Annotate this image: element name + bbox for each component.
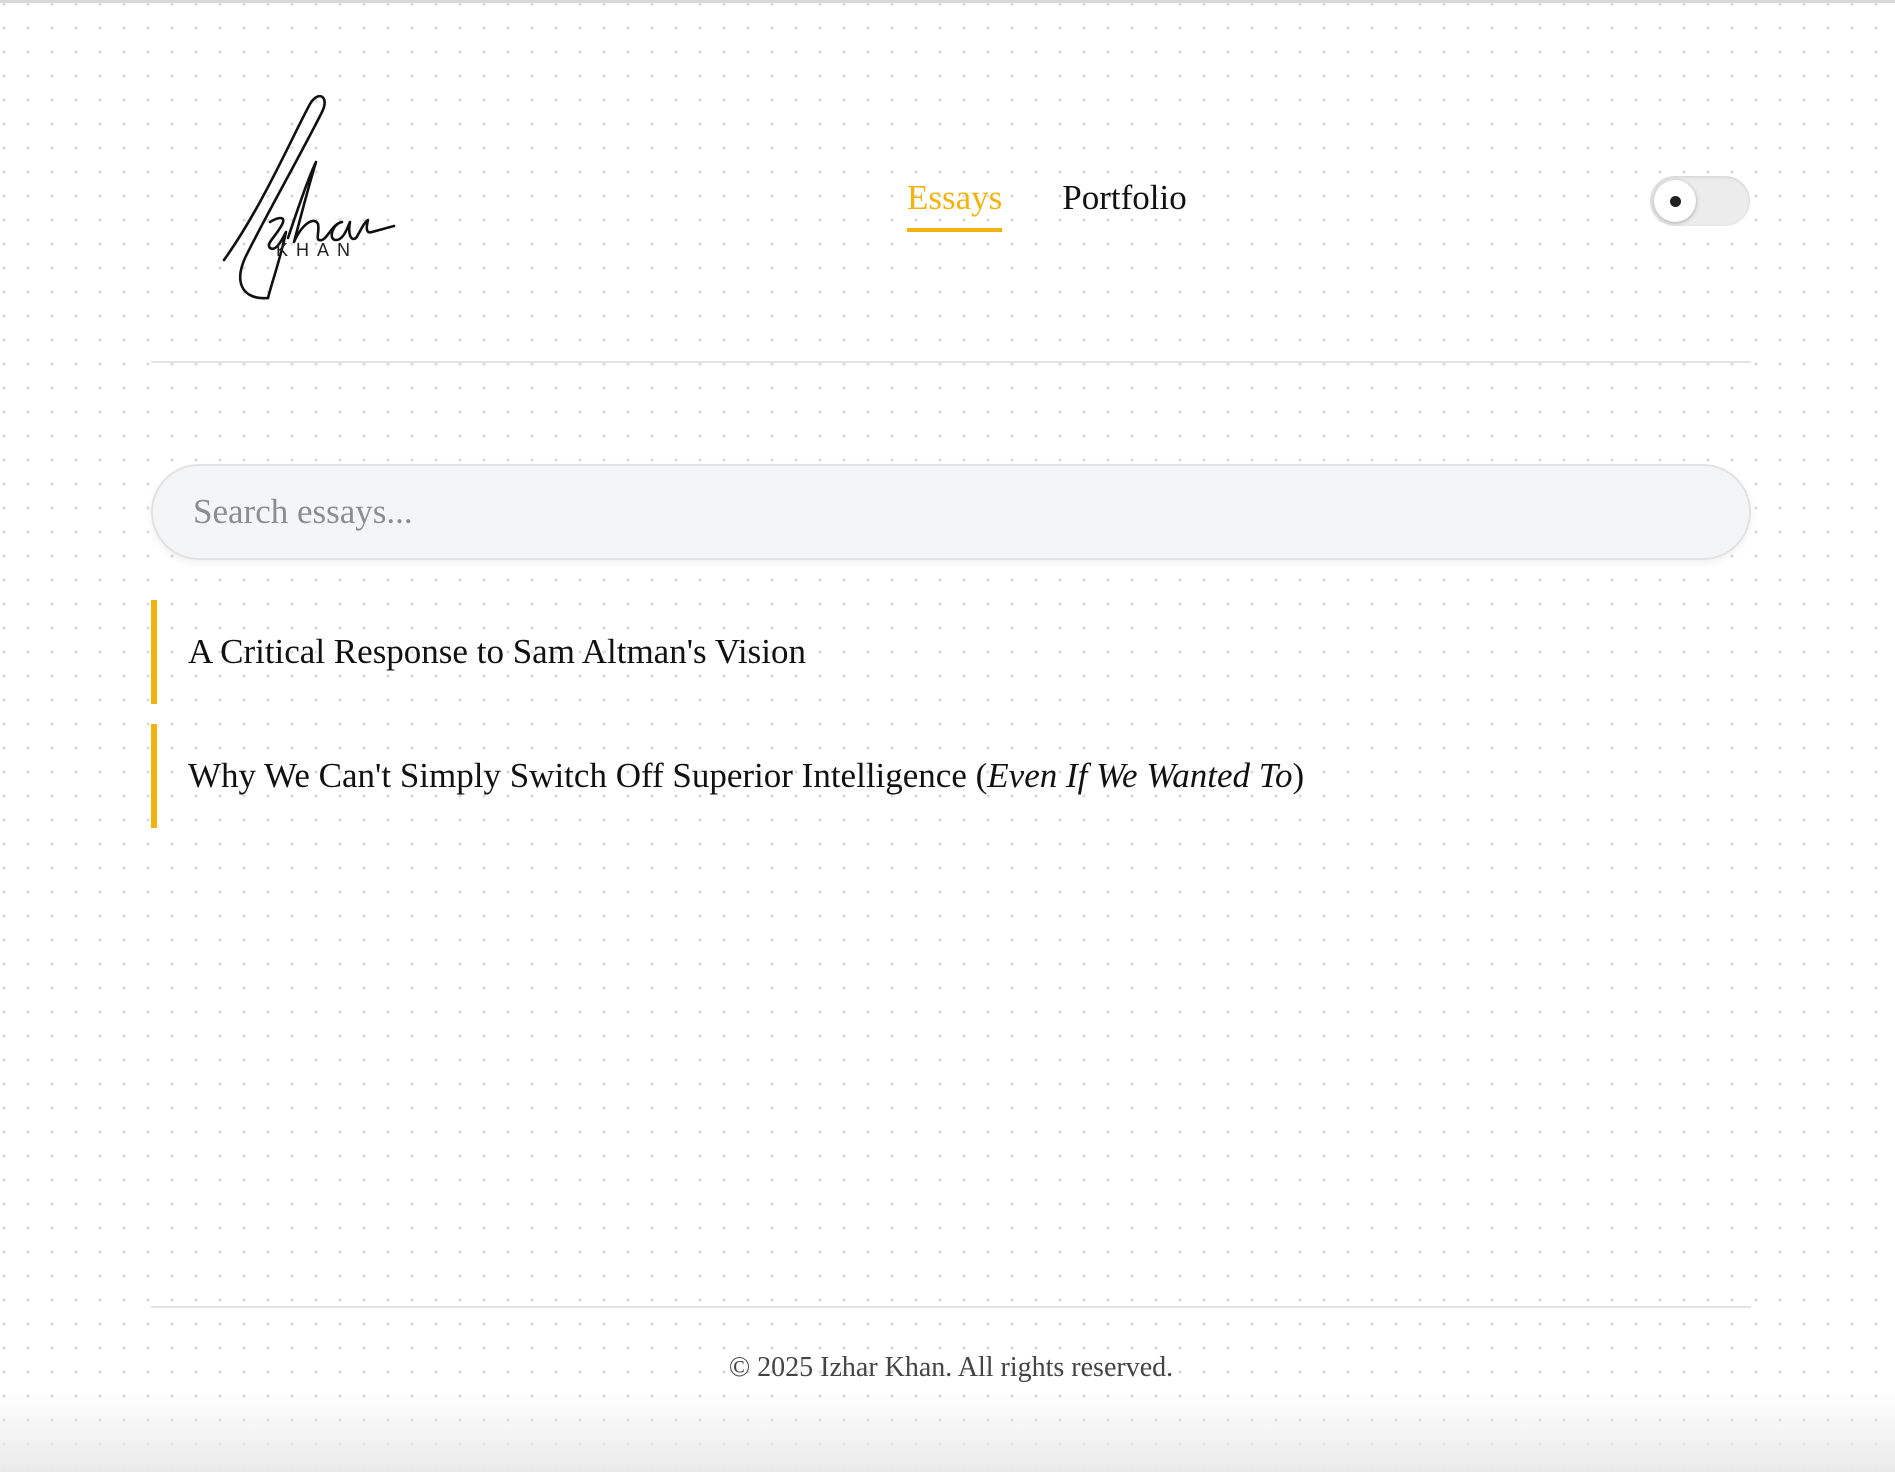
logo-subtitle: KHAN — [276, 240, 358, 260]
essay-item[interactable]: Why We Can't Simply Switch Off Superior … — [151, 724, 1751, 828]
footer-copyright: © 2025 Izhar Khan. All rights reserved. — [728, 1352, 1174, 1383]
nav-portfolio[interactable]: Portfolio — [1062, 178, 1186, 232]
theme-toggle[interactable] — [1650, 176, 1750, 226]
signature-logo[interactable]: KHAN — [210, 92, 400, 312]
search-input[interactable] — [151, 464, 1751, 560]
header-divider — [151, 361, 1751, 363]
essay-list: A Critical Response to Sam Altman's Visi… — [151, 600, 1751, 848]
bottom-fade — [0, 1390, 1895, 1472]
main-nav: Essays Portfolio — [907, 178, 1187, 232]
footer-divider — [151, 1306, 1751, 1308]
essay-item[interactable]: A Critical Response to Sam Altman's Visi… — [151, 600, 1751, 704]
top-rule — [0, 0, 1895, 3]
essay-title-italic: Even If We Wanted To — [987, 756, 1293, 795]
essay-title: A Critical Response to Sam Altman's Visi… — [188, 632, 807, 671]
essay-title-main: Why We Can't Simply Switch Off Superior … — [188, 756, 988, 795]
essay-title: Why We Can't Simply Switch Off Superior … — [188, 756, 1304, 796]
toggle-knob-dot-icon — [1654, 180, 1696, 222]
nav-essays[interactable]: Essays — [907, 178, 1003, 232]
signature-logo-image: KHAN — [222, 94, 396, 300]
essay-title-end: ) — [1292, 756, 1305, 795]
